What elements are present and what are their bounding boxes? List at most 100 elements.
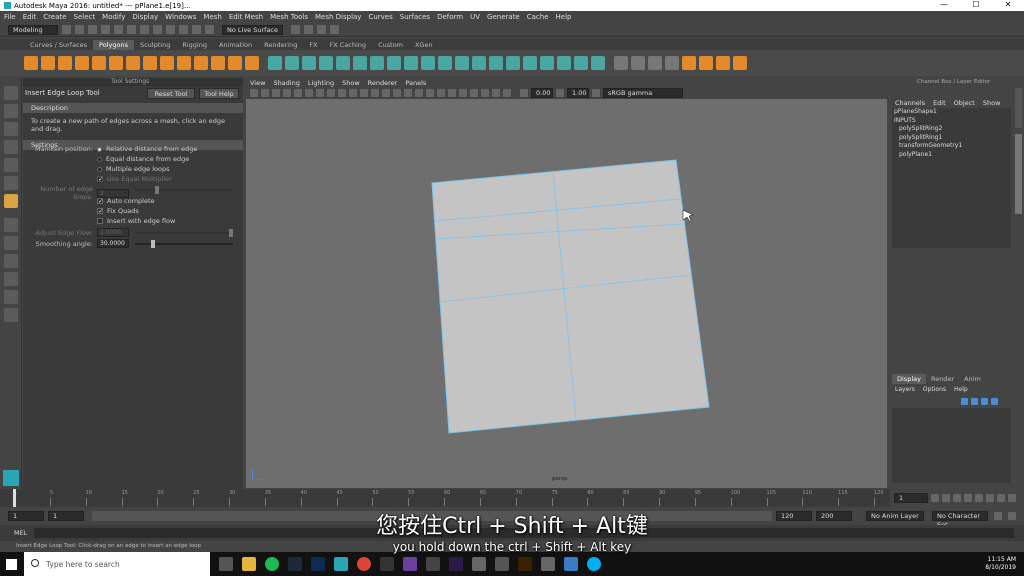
select-tool-icon[interactable] — [3, 86, 18, 100]
layout-icon[interactable] — [682, 56, 696, 70]
time-slider[interactable]: 1510152025303540455055606570758085909510… — [0, 489, 890, 507]
menu-file[interactable]: File — [4, 13, 16, 21]
shape-node[interactable]: pPlaneShape1 — [892, 108, 1011, 117]
shelf-tab-fx-caching[interactable]: FX Caching — [324, 40, 373, 50]
layers-menu[interactable]: Layers — [895, 386, 915, 396]
snap-curve-icon[interactable] — [179, 25, 188, 34]
move-tool-icon[interactable] — [3, 140, 18, 154]
menu-windows[interactable]: Windows — [165, 13, 196, 21]
uv-editor-layout-icon[interactable] — [3, 290, 18, 304]
camera-select-icon[interactable] — [250, 89, 258, 97]
current-time-marker[interactable] — [13, 489, 16, 507]
redo-icon[interactable] — [114, 25, 123, 34]
textured-icon[interactable] — [404, 89, 412, 97]
outliner-layout-icon[interactable] — [3, 272, 18, 286]
shelf-tab-sculpting[interactable]: Sculpting — [134, 40, 176, 50]
tab-display[interactable]: Display — [892, 374, 926, 384]
new-layer-from-selection-icon[interactable] — [991, 398, 998, 405]
platonic-solid-icon[interactable] — [143, 56, 157, 70]
poly-sphere-icon[interactable] — [24, 56, 38, 70]
windows-start-icon[interactable] — [6, 559, 17, 570]
field-chart-icon[interactable] — [338, 89, 346, 97]
shelf-tab-xgen[interactable]: XGen — [409, 40, 439, 50]
layer-up-icon[interactable] — [961, 398, 968, 405]
cut-icon[interactable] — [716, 56, 730, 70]
shelf-tab-rendering[interactable]: Rendering — [258, 40, 303, 50]
isolate-select-icon[interactable] — [470, 89, 478, 97]
menu-select[interactable]: Select — [74, 13, 96, 21]
insert-with-edge-flow-checkbox[interactable] — [97, 218, 103, 224]
svg-icon[interactable] — [268, 56, 282, 70]
illustrator-icon[interactable] — [518, 557, 532, 571]
poly-cylinder-icon[interactable] — [58, 56, 72, 70]
live-surface-field[interactable]: No Live Surface — [222, 24, 284, 35]
menu-surfaces[interactable]: Surfaces — [400, 13, 430, 21]
shelf-tab-fx[interactable]: FX — [303, 40, 323, 50]
multi-cut-icon[interactable] — [506, 56, 520, 70]
insert-edge-loop-tool-icon[interactable] — [3, 194, 18, 208]
adjust-edge-flow-slider[interactable] — [135, 229, 233, 237]
gate-mask-icon[interactable] — [327, 89, 335, 97]
shadows-icon[interactable] — [426, 89, 434, 97]
go-to-end-icon[interactable] — [1008, 494, 1016, 502]
material-icon[interactable] — [733, 56, 747, 70]
menu-edit-mesh[interactable]: Edit Mesh — [229, 13, 263, 21]
ambient-occlusion-icon[interactable] — [437, 89, 445, 97]
task-view-icon[interactable] — [219, 557, 233, 571]
chrome-icon[interactable] — [357, 557, 371, 571]
connect-icon[interactable] — [591, 56, 605, 70]
tab-anim[interactable]: Anim — [959, 374, 986, 384]
smoothing-angle-slider[interactable] — [135, 240, 233, 248]
menu-generate[interactable]: Generate — [487, 13, 520, 21]
quad-draw-icon[interactable] — [574, 56, 588, 70]
snap-point-icon[interactable] — [192, 25, 201, 34]
poly-torus-icon[interactable] — [92, 56, 106, 70]
single-perspective-layout-icon[interactable] — [3, 218, 18, 232]
xnormal-icon[interactable] — [403, 557, 417, 571]
app2-icon[interactable] — [541, 557, 555, 571]
fill-hole-icon[interactable] — [489, 56, 503, 70]
poly-disc-icon[interactable] — [126, 56, 140, 70]
maximize-button[interactable]: ☐ — [960, 0, 992, 9]
spotify-icon[interactable] — [265, 557, 279, 571]
grid-icon[interactable] — [294, 89, 302, 97]
description-section-header[interactable]: Description — [23, 103, 243, 113]
attribute-editor-tab[interactable] — [1015, 88, 1022, 128]
poly-pipe-icon[interactable] — [194, 56, 208, 70]
menu-modify[interactable]: Modify — [102, 13, 125, 21]
undo-icon[interactable] — [101, 25, 110, 34]
media-icon[interactable] — [472, 557, 486, 571]
viewport-menu-show[interactable]: Show — [342, 79, 360, 87]
step-back-key-icon[interactable] — [942, 494, 950, 502]
photoshop-icon[interactable] — [311, 557, 325, 571]
shelf-tab-curves-surfaces[interactable]: Curves / Surfaces — [24, 40, 93, 50]
step-forward-frame-icon[interactable] — [986, 494, 994, 502]
app-icon[interactable] — [426, 557, 440, 571]
target-weld-icon[interactable] — [523, 56, 537, 70]
film-gate-icon[interactable] — [305, 89, 313, 97]
plane-mesh[interactable] — [246, 99, 887, 488]
paint-select-tool-icon[interactable] — [3, 122, 18, 136]
boolean-union-icon[interactable] — [336, 56, 350, 70]
color-management-icon[interactable] — [592, 89, 600, 97]
xray-icon[interactable] — [481, 89, 489, 97]
menu-help[interactable]: Help — [556, 13, 572, 21]
menu-mesh-display[interactable]: Mesh Display — [315, 13, 361, 21]
step-back-frame-icon[interactable] — [953, 494, 961, 502]
mode-dropdown[interactable]: Modeling — [8, 24, 58, 35]
minimize-button[interactable]: — — [928, 0, 960, 9]
options-menu[interactable]: Options — [923, 386, 946, 396]
relative-distance-radio[interactable] — [97, 146, 102, 152]
tab-render[interactable]: Render — [926, 374, 959, 384]
snap-surface-icon[interactable] — [205, 25, 214, 34]
lasso-tool-icon[interactable] — [3, 104, 18, 118]
viewport-menu-renderer[interactable]: Renderer — [368, 79, 398, 87]
insert-edge-loop-icon[interactable] — [540, 56, 554, 70]
persp-graph-layout-icon[interactable] — [3, 254, 18, 268]
select-object-icon[interactable] — [140, 25, 149, 34]
depth-of-field-icon[interactable] — [459, 89, 467, 97]
viewport-panel[interactable]: View Shading Lighting Show Renderer Panels 0.… — [246, 78, 887, 488]
poly-cone-icon[interactable] — [75, 56, 89, 70]
smoothing-angle-field[interactable]: 30.0000 — [97, 239, 129, 248]
render-icon[interactable] — [291, 25, 301, 34]
